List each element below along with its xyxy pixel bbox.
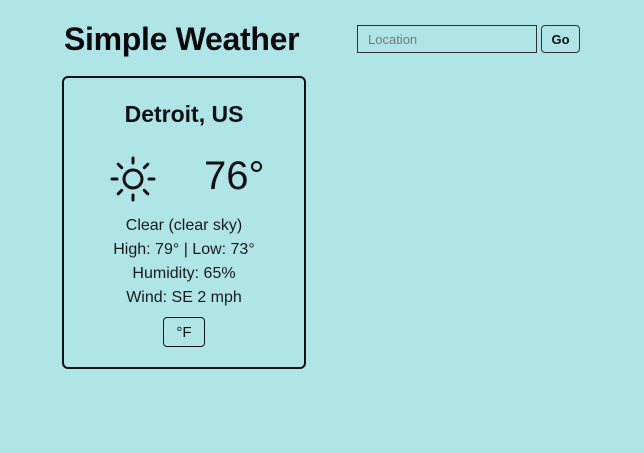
- app-title: Simple Weather: [64, 21, 300, 57]
- weather-card: Detroit, US 76° Clear (clear sky) High: …: [62, 76, 306, 369]
- go-button[interactable]: Go: [541, 25, 580, 53]
- high-low-temperature: High: 79° | Low: 73°: [113, 241, 255, 258]
- humidity: Humidity: 65%: [132, 265, 236, 282]
- unit-toggle-button[interactable]: °F: [163, 317, 205, 347]
- sun-icon: [110, 156, 156, 202]
- city-name: Detroit, US: [124, 101, 244, 127]
- weather-description: Clear (clear sky): [125, 217, 243, 234]
- location-search-input[interactable]: [357, 25, 537, 53]
- wind: Wind: SE 2 mph: [126, 289, 242, 306]
- current-temperature: 76°: [204, 154, 265, 198]
